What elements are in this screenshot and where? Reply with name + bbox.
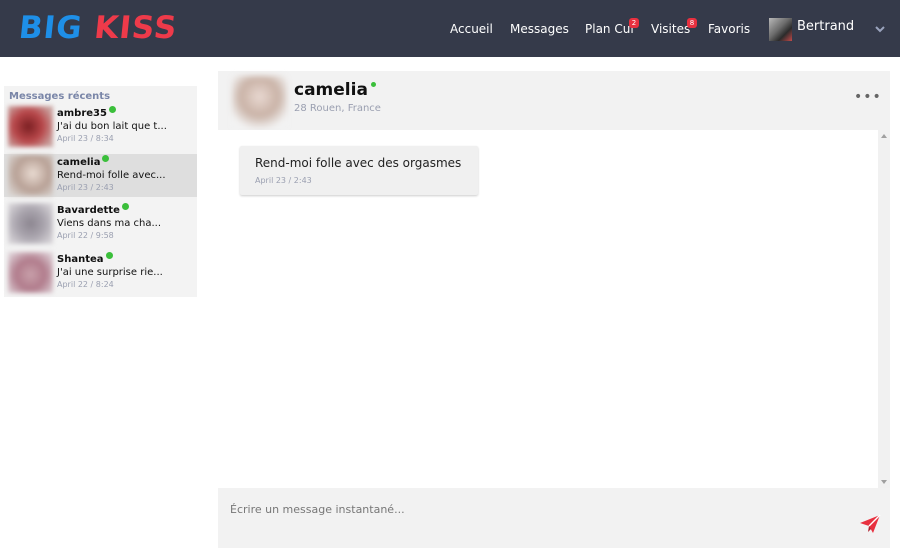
chat-contact-name-text: camelia [294,80,368,100]
online-status-icon [370,82,376,87]
conversation-name-text: Shantea [57,254,104,265]
nav-plan-cul-link[interactable]: Plan Cul 2 [585,18,639,36]
conversation-item-shantea[interactable]: Shantea J'ai une surprise rie... April 2… [4,251,197,294]
conversation-name: camelia [57,155,110,168]
nav-favoris-link[interactable]: Favoris [708,22,750,36]
nav-visites-link[interactable]: Visites 8 [651,18,697,36]
chat-contact-location: 28 Rouen, France [294,103,381,114]
avatar [8,252,53,293]
message-scrollbar[interactable] [878,130,890,488]
message-composer [218,488,890,548]
send-icon[interactable] [859,514,881,534]
conversation-time: April 23 / 8:34 [57,134,114,143]
conversation-time: April 22 / 8:24 [57,280,114,289]
message-text: Rend-moi folle avec des orgasmes [255,156,462,170]
online-status-icon [108,106,116,113]
conversation-preview: Rend-moi folle avec... [57,170,166,181]
avatar [8,203,53,244]
sidebar-title: Messages récents [9,91,111,102]
plan-cul-count-badge: 2 [629,18,639,28]
avatar [8,155,53,196]
message-input[interactable] [230,498,850,520]
scroll-up-arrow-icon[interactable] [881,134,887,138]
brand-logo[interactable]: BIG KISS [17,10,179,46]
user-menu[interactable]: Bertrand [769,18,854,41]
conversation-name: Shantea [57,252,113,265]
conversation-name-text: Bavardette [57,205,120,216]
conversation-name-text: ambre35 [57,108,107,119]
conversation-name: Bavardette [57,203,129,216]
recent-messages-sidebar: Messages récents ambre35 J'ai du bon lai… [4,86,197,297]
chat-header: camelia 28 Rouen, France ••• [218,71,890,130]
scroll-down-arrow-icon[interactable] [881,480,887,484]
conversation-name: ambre35 [57,106,116,119]
nav-messages-link[interactable]: Messages [510,22,569,36]
top-navbar: BIG KISS Accueil Messages Plan Cul 2 Vis… [0,0,900,57]
online-status-icon [121,203,129,210]
nav-plan-cul-label: Plan Cul [585,22,634,36]
visites-count-badge: 8 [687,18,697,28]
conversation-preview: Viens dans ma cha... [57,218,162,229]
logo-kiss-text: KISS [92,10,180,46]
conversation-item-ambre35[interactable]: ambre35 J'ai du bon lait que t... April … [4,105,197,148]
conversation-time: April 23 / 2:43 [57,183,114,192]
conversation-preview: J'ai une surprise rie... [57,267,163,278]
message-bubble: Rend-moi folle avec des orgasmes April 2… [240,146,478,195]
chevron-down-icon[interactable] [874,24,886,34]
avatar [8,106,53,147]
conversation-item-bavardette[interactable]: Bavardette Viens dans ma cha... April 22… [4,202,197,245]
chat-contact-name[interactable]: camelia [294,80,376,100]
nav-accueil-link[interactable]: Accueil [450,22,493,36]
online-status-icon [105,252,113,259]
conversation-item-camelia[interactable]: camelia Rend-moi folle avec... April 23 … [4,154,197,197]
message-time: April 23 / 2:43 [255,176,312,185]
logo-big-text: BIG [17,10,85,46]
conversation-name-text: camelia [57,157,101,168]
avatar[interactable] [232,76,287,128]
user-name: Bertrand [797,19,855,34]
online-status-icon [102,155,110,162]
chat-panel: camelia 28 Rouen, France ••• Rend-moi fo… [218,71,890,548]
message-thread: Rend-moi folle avec des orgasmes April 2… [218,130,878,488]
more-horizontal-icon[interactable]: ••• [854,89,882,105]
user-avatar [769,18,792,41]
conversation-preview: J'ai du bon lait que t... [57,121,167,132]
nav-visites-label: Visites [651,22,691,36]
conversation-time: April 22 / 9:58 [57,231,114,240]
